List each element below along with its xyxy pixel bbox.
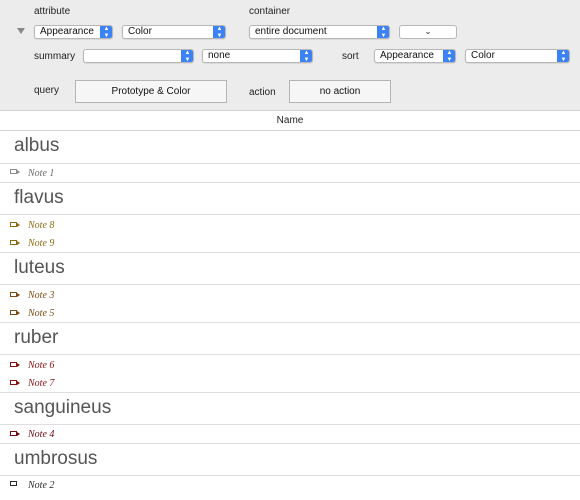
note-label[interactable]: Note 3 bbox=[28, 290, 54, 301]
note-icon bbox=[10, 310, 20, 317]
group-name: ruber bbox=[14, 327, 59, 348]
container-label: container bbox=[249, 6, 291, 17]
popup-stepper-icon: ▲ ▼ bbox=[300, 50, 312, 62]
popup-stepper-icon: ▲ ▼ bbox=[100, 26, 112, 38]
note-icon bbox=[10, 240, 20, 247]
summary-op-popup[interactable]: none ▲ ▼ bbox=[202, 49, 313, 63]
group-name: sanguineus bbox=[14, 397, 112, 418]
query-label: query bbox=[34, 85, 60, 96]
note-icon bbox=[10, 169, 20, 176]
summary-popup[interactable]: ▲ ▼ bbox=[83, 49, 194, 63]
summary-label: summary bbox=[34, 51, 76, 62]
container-popup[interactable]: entire document ▲ ▼ bbox=[249, 25, 390, 39]
attribute-label: attribute bbox=[34, 6, 71, 17]
note-label[interactable]: Note 7 bbox=[28, 378, 54, 389]
note-row[interactable]: Note 2 bbox=[0, 476, 580, 495]
note-row-group: Note 8 Note 9 bbox=[0, 215, 580, 253]
summary-op-popup-value: none bbox=[208, 50, 231, 61]
note-label: Note 2 bbox=[28, 480, 55, 491]
chevron-down-icon: ⌄ bbox=[424, 26, 432, 36]
sort-label: sort bbox=[342, 51, 359, 62]
sort-popup-value: Appearance bbox=[380, 50, 434, 61]
note-icon bbox=[10, 292, 20, 299]
note-row[interactable]: Note 4 bbox=[0, 425, 580, 444]
sort-sub-popup-value: Color bbox=[471, 50, 495, 61]
note-row-group: Note 6 Note 7 bbox=[0, 355, 580, 393]
note-label: Note 1 bbox=[28, 168, 55, 179]
query-toolbar: attribute container Appearance ▲ ▼ Color … bbox=[0, 0, 580, 111]
container-extra-popup[interactable]: ⌄ bbox=[399, 25, 457, 39]
note-label[interactable]: Note 5 bbox=[28, 308, 54, 319]
group-name: flavus bbox=[14, 187, 64, 208]
note-row[interactable]: Note 1 bbox=[0, 164, 580, 183]
group-name: albus bbox=[14, 135, 60, 156]
note-label[interactable]: Note 8 bbox=[28, 220, 54, 231]
attribute-popup[interactable]: Appearance ▲ ▼ bbox=[34, 25, 113, 39]
action-button[interactable]: no action bbox=[289, 80, 391, 103]
group-name: luteus bbox=[14, 257, 65, 278]
sort-sub-popup[interactable]: Color ▲ ▼ bbox=[465, 49, 570, 63]
group-row[interactable]: luteus bbox=[0, 253, 580, 285]
popup-stepper-icon: ▲ ▼ bbox=[443, 50, 455, 62]
group-row[interactable]: sanguineus bbox=[0, 393, 580, 425]
group-row[interactable]: umbrosus bbox=[0, 444, 580, 476]
note-icon bbox=[10, 222, 20, 229]
container-popup-value: entire document bbox=[255, 26, 327, 37]
name-column-header[interactable]: Name bbox=[0, 111, 580, 131]
note-label: Note 4 bbox=[28, 429, 55, 440]
query-button[interactable]: Prototype & Color bbox=[75, 80, 227, 103]
popup-stepper-icon: ▲ ▼ bbox=[213, 26, 225, 38]
group-row[interactable]: ruber bbox=[0, 323, 580, 355]
attribute-popup-value: Appearance bbox=[40, 26, 94, 37]
disclosure-triangle-icon[interactable] bbox=[17, 28, 25, 34]
note-label[interactable]: Note 9 bbox=[28, 238, 54, 249]
note-icon bbox=[10, 362, 20, 369]
note-row-group: Note 3 Note 5 bbox=[0, 285, 580, 323]
sort-popup[interactable]: Appearance ▲ ▼ bbox=[374, 49, 456, 63]
group-name: umbrosus bbox=[14, 448, 98, 469]
note-label[interactable]: Note 6 bbox=[28, 360, 54, 371]
note-icon bbox=[10, 380, 20, 387]
attribute-sub-popup-value: Color bbox=[128, 26, 152, 37]
note-icon bbox=[10, 431, 20, 438]
note-icon bbox=[10, 481, 20, 488]
group-row[interactable]: flavus bbox=[0, 183, 580, 215]
popup-stepper-icon: ▲ ▼ bbox=[181, 50, 193, 62]
action-label: action bbox=[249, 87, 276, 98]
attribute-sub-popup[interactable]: Color ▲ ▼ bbox=[122, 25, 226, 39]
popup-stepper-icon: ▲ ▼ bbox=[557, 50, 569, 62]
popup-stepper-icon: ▲ ▼ bbox=[377, 26, 389, 38]
group-row[interactable]: albus bbox=[0, 131, 580, 164]
